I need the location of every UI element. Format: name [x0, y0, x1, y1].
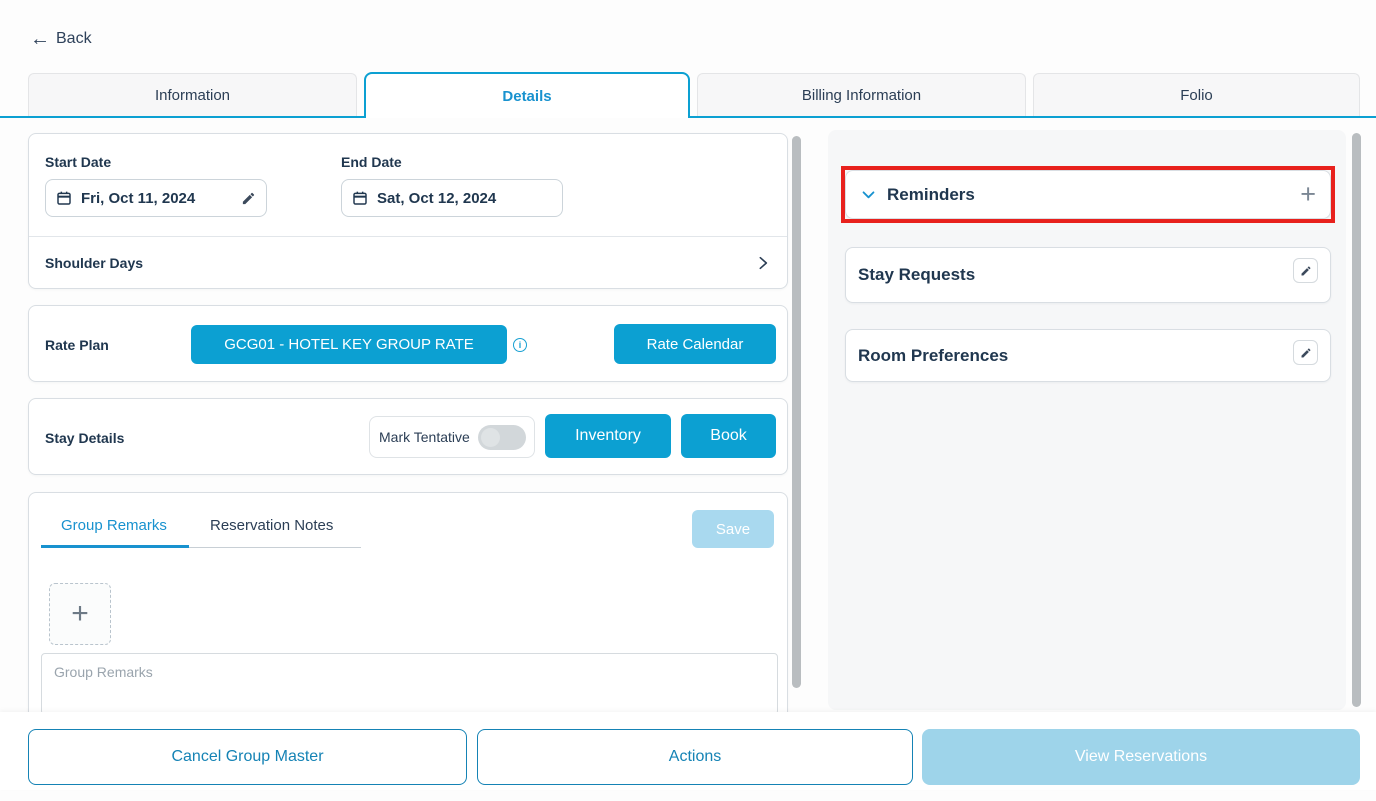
back-button[interactable]: ← Back	[30, 29, 92, 49]
group-remarks-textarea[interactable]	[41, 653, 778, 715]
mark-tentative-control: Mark Tentative	[369, 416, 535, 458]
inactive-tab-underline	[189, 547, 361, 548]
page-scrollbar[interactable]	[1352, 133, 1361, 707]
stay-requests-section: Stay Requests	[845, 247, 1331, 303]
tab-billing-information[interactable]: Billing Information	[697, 73, 1026, 116]
actions-button[interactable]: Actions	[477, 729, 913, 785]
tab-group-remarks[interactable]: Group Remarks	[61, 517, 167, 534]
start-date-field[interactable]: Fri, Oct 11, 2024	[45, 179, 267, 217]
active-tab-underline	[41, 545, 189, 548]
room-preferences-title: Room Preferences	[858, 346, 1008, 366]
room-preferences-section: Room Preferences	[845, 329, 1331, 382]
shoulder-days-row[interactable]: Shoulder Days	[29, 237, 787, 289]
reminders-title: Reminders	[887, 185, 975, 205]
calendar-icon	[352, 190, 368, 206]
info-icon[interactable]: i	[513, 338, 527, 352]
rate-plan-label: Rate Plan	[45, 337, 109, 353]
tab-folio[interactable]: Folio	[1033, 73, 1360, 116]
stay-details-label: Stay Details	[45, 430, 124, 446]
rate-plan-card: Rate Plan GCG01 - HOTEL KEY GROUP RATE i…	[28, 305, 788, 382]
start-date-label: Start Date	[45, 154, 111, 170]
stay-requests-title: Stay Requests	[858, 265, 975, 285]
reminders-section[interactable]: Reminders +	[845, 170, 1331, 219]
rate-calendar-button[interactable]: Rate Calendar	[614, 324, 776, 364]
footer-action-bar: Cancel Group Master Actions View Reserva…	[0, 712, 1376, 790]
end-date-field[interactable]: Sat, Oct 12, 2024	[341, 179, 563, 217]
cancel-group-master-button[interactable]: Cancel Group Master	[28, 729, 467, 785]
end-date-label: End Date	[341, 154, 402, 170]
back-arrow-icon: ←	[30, 29, 50, 49]
mark-tentative-label: Mark Tentative	[379, 429, 470, 445]
calendar-icon	[56, 190, 72, 206]
inventory-button[interactable]: Inventory	[545, 414, 671, 458]
save-button[interactable]: Save	[692, 510, 774, 548]
edit-start-date-icon[interactable]	[241, 191, 256, 206]
back-label: Back	[56, 30, 92, 48]
rate-plan-value-button[interactable]: GCG01 - HOTEL KEY GROUP RATE	[191, 325, 507, 364]
mark-tentative-toggle[interactable]	[478, 425, 526, 450]
chevron-right-icon	[755, 255, 771, 271]
dates-card: Start Date End Date Fri, Oct 11, 2024	[28, 133, 788, 289]
add-remark-button[interactable]: +	[49, 583, 111, 645]
tab-bar: Information Details Billing Information …	[0, 72, 1376, 118]
right-panel: Reminders + Stay Requests Room Preferenc…	[828, 130, 1346, 710]
book-button[interactable]: Book	[681, 414, 776, 458]
left-column-scrollbar[interactable]	[792, 136, 801, 688]
tab-details[interactable]: Details	[364, 72, 690, 118]
edit-room-preferences-button[interactable]	[1293, 340, 1318, 365]
start-date-value: Fri, Oct 11, 2024	[81, 190, 195, 207]
stay-details-card: Stay Details Mark Tentative Inventory Bo…	[28, 398, 788, 475]
toggle-knob	[481, 428, 500, 447]
tab-reservation-notes[interactable]: Reservation Notes	[210, 517, 333, 534]
plus-icon: +	[71, 599, 89, 629]
chevron-down-icon[interactable]	[860, 186, 877, 203]
end-date-value: Sat, Oct 12, 2024	[377, 190, 496, 207]
shoulder-days-label: Shoulder Days	[45, 255, 143, 271]
tab-information[interactable]: Information	[28, 73, 357, 116]
remarks-card: Group Remarks Reservation Notes Save +	[28, 492, 788, 724]
add-reminder-button[interactable]: +	[1300, 181, 1316, 208]
view-reservations-button[interactable]: View Reservations	[922, 729, 1360, 785]
group-master-page: ← Back Information Details Billing Infor…	[0, 0, 1376, 801]
edit-stay-requests-button[interactable]	[1293, 258, 1318, 283]
